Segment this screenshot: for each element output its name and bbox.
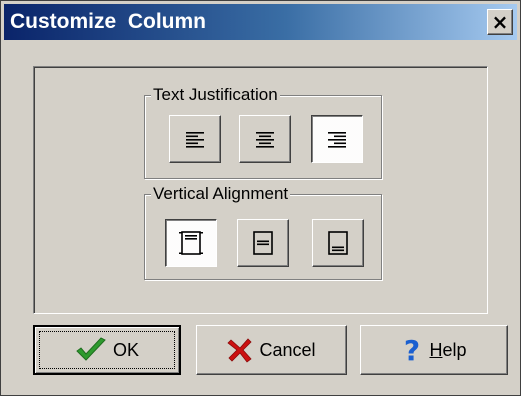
close-icon: × [491, 10, 509, 34]
customize-column-dialog: Customize Column × Text Justification Ve… [0, 0, 521, 396]
help-button[interactable]: ? Help [360, 325, 508, 375]
checkmark-icon [75, 337, 107, 363]
window-title: Customize Column [10, 10, 207, 33]
help-label: Help [429, 339, 467, 360]
vertical-alignment-label: Vertical Alignment [151, 184, 291, 204]
valign-top-icon [179, 231, 203, 255]
cancel-label: Cancel [259, 339, 316, 360]
valign-middle-button[interactable] [237, 219, 289, 267]
valign-middle-icon [253, 231, 273, 255]
title-bar[interactable]: Customize Column × [4, 4, 517, 40]
svg-text:?: ? [404, 335, 420, 365]
valign-bottom-button[interactable] [312, 219, 364, 267]
align-left-icon [186, 132, 204, 148]
align-right-icon [328, 132, 346, 148]
valign-top-button[interactable] [165, 219, 217, 267]
align-right-button[interactable] [311, 115, 363, 163]
close-button[interactable]: × [487, 9, 513, 35]
align-center-button[interactable] [239, 115, 291, 163]
ok-label: OK [112, 339, 139, 360]
ok-button[interactable]: OK [33, 325, 181, 375]
align-left-button[interactable] [169, 115, 221, 163]
valign-bottom-icon [328, 231, 348, 255]
cancel-button[interactable]: Cancel [196, 325, 347, 375]
align-center-icon [256, 132, 274, 148]
question-mark-icon: ? [401, 335, 423, 365]
red-x-icon [227, 337, 253, 363]
text-justification-label: Text Justification [151, 85, 280, 105]
